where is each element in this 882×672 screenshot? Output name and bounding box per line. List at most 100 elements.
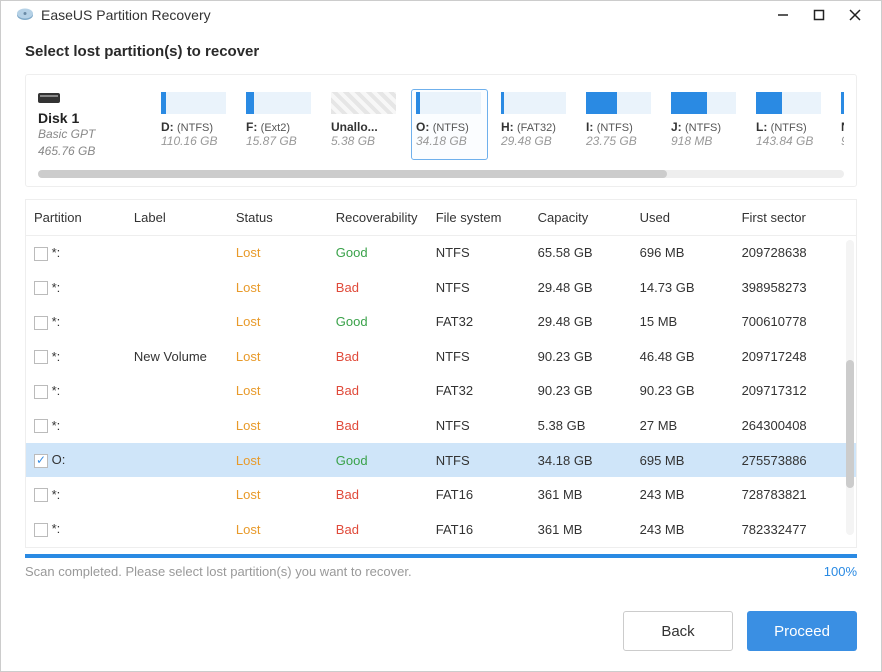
cell-capacity: 5.38 GB <box>530 408 632 443</box>
back-button[interactable]: Back <box>623 611 733 651</box>
table-scrollbar[interactable] <box>846 240 854 535</box>
partition-card[interactable]: H: (FAT32)29.48 GB <box>496 89 573 160</box>
col-firstsector[interactable]: First sector <box>734 200 856 236</box>
cell-status: Lost <box>228 270 328 305</box>
cell-label <box>126 443 228 478</box>
cell-recoverability: Good <box>328 443 428 478</box>
col-recoverability[interactable]: Recoverability <box>328 200 428 236</box>
partition-card-size: 5.38 GB <box>331 134 398 148</box>
partition-card-size: 23.75 GB <box>586 134 653 148</box>
partition-card-label: L: (NTFS) <box>756 120 823 134</box>
table-row[interactable]: O:LostGoodNTFS34.18 GB695 MB275573886 <box>26 443 856 478</box>
cell-status: Lost <box>228 235 328 270</box>
disk-info: Disk 1 Basic GPT 465.76 GB <box>38 89 148 160</box>
table-row[interactable]: *:LostGoodNTFS65.58 GB696 MB209728638 <box>26 235 856 270</box>
row-checkbox[interactable] <box>34 316 48 330</box>
row-checkbox[interactable] <box>34 281 48 295</box>
cell-status: Lost <box>228 374 328 409</box>
scan-progress-bar <box>25 554 857 558</box>
table-row[interactable]: *:LostBadFAT16361 MB243 MB782332477 <box>26 512 856 547</box>
col-status[interactable]: Status <box>228 200 328 236</box>
partition-usage-bar <box>161 92 226 114</box>
titlebar: EaseUS Partition Recovery <box>1 1 881 29</box>
table-row[interactable]: *:LostBadNTFS29.48 GB14.73 GB398958273 <box>26 270 856 305</box>
cell-filesystem: NTFS <box>428 443 530 478</box>
cell-capacity: 29.48 GB <box>530 270 632 305</box>
partition-usage-bar <box>416 92 481 114</box>
partition-usage-bar <box>501 92 566 114</box>
close-button[interactable] <box>837 1 873 29</box>
cell-capacity: 90.23 GB <box>530 374 632 409</box>
table-row[interactable]: *:LostBadFAT16361 MB243 MB728783821 <box>26 477 856 512</box>
disk-strip-scrollbar[interactable] <box>38 170 844 178</box>
cell-firstsector: 209728638 <box>734 235 856 270</box>
partition-card[interactable]: F: (Ext2)15.87 GB <box>241 89 318 160</box>
page-heading: Select lost partition(s) to recover <box>25 43 857 60</box>
cell-label <box>126 305 228 340</box>
cell-partition: *: <box>48 383 60 398</box>
cell-partition: *: <box>48 487 60 502</box>
row-checkbox[interactable] <box>34 247 48 261</box>
cell-recoverability: Good <box>328 235 428 270</box>
minimize-button[interactable] <box>765 1 801 29</box>
partition-card-label: O: (NTFS) <box>416 120 483 134</box>
disk-type: Basic GPT <box>38 126 148 143</box>
partition-card[interactable]: N: (NTF98.71 G <box>836 89 844 160</box>
cell-capacity: 29.48 GB <box>530 305 632 340</box>
cell-label <box>126 408 228 443</box>
cell-used: 696 MB <box>632 235 734 270</box>
cell-label <box>126 235 228 270</box>
table-row[interactable]: *:LostBadNTFS5.38 GB27 MB264300408 <box>26 408 856 443</box>
cell-firstsector: 209717248 <box>734 339 856 374</box>
partition-card-size: 143.84 GB <box>756 134 823 148</box>
cell-label <box>126 477 228 512</box>
app-title: EaseUS Partition Recovery <box>41 7 211 23</box>
cell-capacity: 361 MB <box>530 477 632 512</box>
partition-usage-bar <box>586 92 651 114</box>
col-filesystem[interactable]: File system <box>428 200 530 236</box>
cell-partition: *: <box>48 521 60 536</box>
cell-used: 243 MB <box>632 512 734 547</box>
cell-firstsector: 700610778 <box>734 305 856 340</box>
col-used[interactable]: Used <box>632 200 734 236</box>
row-checkbox[interactable] <box>34 350 48 364</box>
cell-firstsector: 398958273 <box>734 270 856 305</box>
partition-card-label: F: (Ext2) <box>246 120 313 134</box>
row-checkbox[interactable] <box>34 454 48 468</box>
row-checkbox[interactable] <box>34 419 48 433</box>
maximize-button[interactable] <box>801 1 837 29</box>
partition-usage-bar <box>841 92 844 114</box>
table-row[interactable]: *:LostGoodFAT3229.48 GB15 MB700610778 <box>26 305 856 340</box>
partition-card-size: 34.18 GB <box>416 134 483 148</box>
col-partition[interactable]: Partition <box>26 200 126 236</box>
cell-firstsector: 209717312 <box>734 374 856 409</box>
cell-used: 90.23 GB <box>632 374 734 409</box>
partition-table: Partition Label Status Recoverability Fi… <box>25 199 857 548</box>
partition-card[interactable]: I: (NTFS)23.75 GB <box>581 89 658 160</box>
row-checkbox[interactable] <box>34 523 48 537</box>
partition-card-label: I: (NTFS) <box>586 120 653 134</box>
table-row[interactable]: *:New VolumeLostBadNTFS90.23 GB46.48 GB2… <box>26 339 856 374</box>
partition-card[interactable]: O: (NTFS)34.18 GB <box>411 89 488 160</box>
partition-card[interactable]: D: (NTFS)110.16 GB <box>156 89 233 160</box>
partition-card[interactable]: J: (NTFS)918 MB <box>666 89 743 160</box>
partition-card[interactable]: Unallo... 5.38 GB <box>326 89 403 160</box>
partition-card-size: 918 MB <box>671 134 738 148</box>
cell-firstsector: 264300408 <box>734 408 856 443</box>
cell-capacity: 90.23 GB <box>530 339 632 374</box>
cell-used: 243 MB <box>632 477 734 512</box>
cell-filesystem: NTFS <box>428 408 530 443</box>
cell-used: 46.48 GB <box>632 339 734 374</box>
row-checkbox[interactable] <box>34 488 48 502</box>
row-checkbox[interactable] <box>34 385 48 399</box>
col-capacity[interactable]: Capacity <box>530 200 632 236</box>
cell-used: 14.73 GB <box>632 270 734 305</box>
cell-capacity: 65.58 GB <box>530 235 632 270</box>
cell-recoverability: Bad <box>328 270 428 305</box>
disk-name: Disk 1 <box>38 110 148 126</box>
table-row[interactable]: *:LostBadFAT3290.23 GB90.23 GB209717312 <box>26 374 856 409</box>
cell-status: Lost <box>228 477 328 512</box>
proceed-button[interactable]: Proceed <box>747 611 857 651</box>
col-label[interactable]: Label <box>126 200 228 236</box>
partition-card[interactable]: L: (NTFS)143.84 GB <box>751 89 828 160</box>
